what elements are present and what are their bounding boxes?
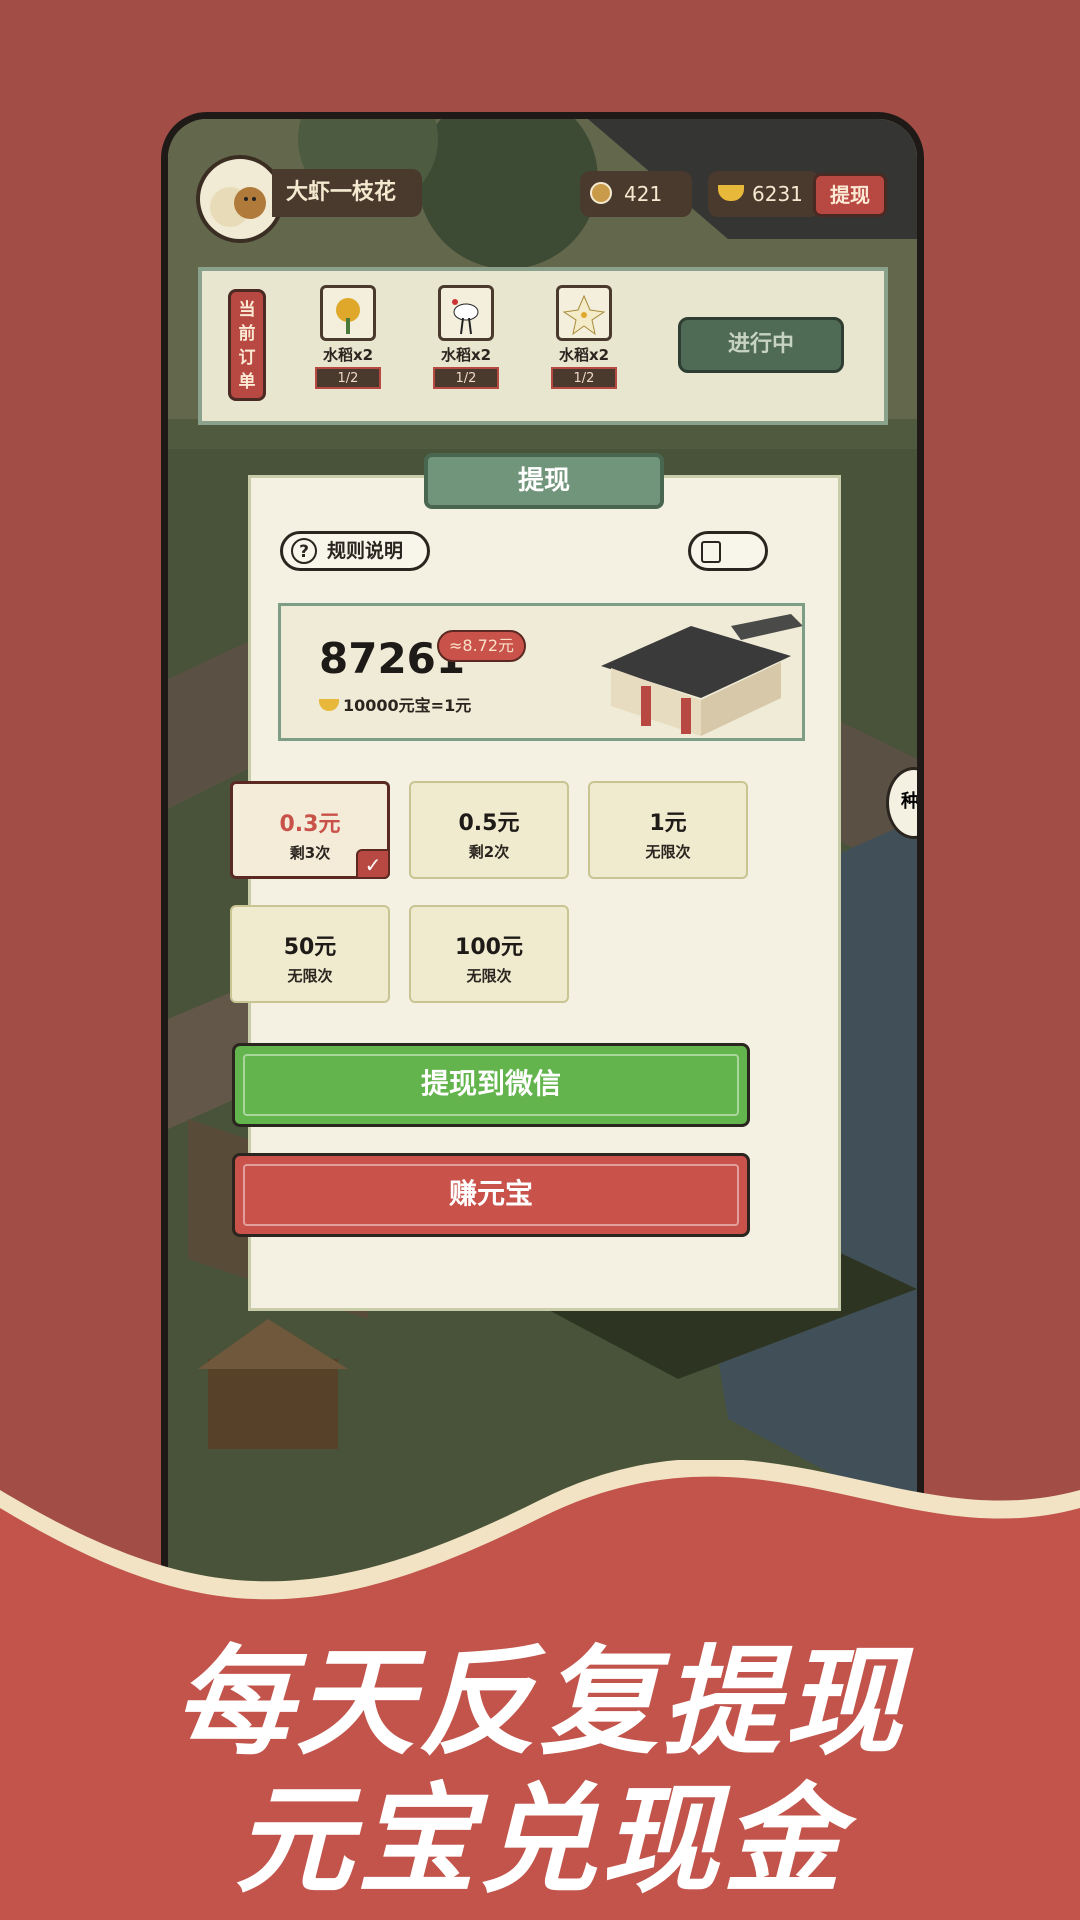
order-item-progress: 1/2: [433, 367, 499, 389]
option-count: 剩2次: [468, 843, 510, 861]
option-count: 无限次: [287, 967, 333, 985]
coin-value: 421: [624, 182, 663, 206]
approx-cash-badge: ≈8.72元: [437, 630, 527, 662]
withdraw-wechat-button[interactable]: 提现到微信: [232, 1043, 750, 1127]
balance-card: 87261 ≈8.72元 10000元宝=1元: [278, 603, 805, 741]
order-item[interactable]: 水稻x2 1/2: [426, 285, 506, 389]
withdraw-top-button[interactable]: 提现: [813, 173, 887, 217]
coin-icon: [590, 182, 612, 204]
order-item[interactable]: 水稻x2 1/2: [544, 285, 624, 389]
gold-ingot-icon: [319, 699, 339, 711]
ingot-value: 6231: [752, 182, 803, 206]
document-icon: [701, 541, 721, 563]
option-1[interactable]: 1元 无限次: [588, 781, 748, 879]
crane-icon: [438, 285, 494, 341]
player-name: 大虾一枝花: [272, 169, 422, 217]
order-item[interactable]: 水稻x2 1/2: [308, 285, 388, 389]
phone-frame: 大虾一枝花 421 6231 提现 当前订单 水稻x2 1/2 水稻x2 1/2…: [161, 112, 924, 1612]
option-0.3[interactable]: 0.3元 剩3次 ✓: [230, 781, 390, 879]
coin-counter: 421: [580, 171, 692, 217]
option-count: 无限次: [645, 843, 691, 861]
option-100[interactable]: 100元 无限次: [409, 905, 569, 1003]
option-50[interactable]: 50元 无限次: [230, 905, 390, 1003]
button-inner-border: [243, 1164, 739, 1226]
order-item-name: 水稻x2: [558, 346, 610, 364]
slogan-line-2: 元宝兑现金: [234, 1771, 845, 1909]
option-0.5[interactable]: 0.5元 剩2次: [409, 781, 569, 879]
rules-label: 规则说明: [327, 540, 404, 562]
option-amount: 0.3元: [279, 812, 341, 837]
checkmark-icon: ✓: [356, 849, 390, 879]
order-status-button[interactable]: 进行中: [678, 317, 844, 373]
option-amount: 50元: [283, 935, 337, 960]
avatar[interactable]: [196, 155, 284, 243]
order-item-progress: 1/2: [551, 367, 617, 389]
ingot-counter: 6231: [708, 171, 820, 217]
option-count: 无限次: [466, 967, 512, 985]
exchange-rate-text: 10000元宝=1元: [343, 696, 472, 715]
order-tag: 当前订单: [228, 289, 266, 401]
rules-button[interactable]: ? 规则说明: [280, 531, 430, 571]
rice-flower-icon: [320, 285, 376, 341]
question-icon: ?: [291, 538, 317, 564]
order-item-name: 水稻x2: [322, 346, 374, 364]
button-inner-border: [243, 1054, 739, 1116]
order-item-progress: 1/2: [315, 367, 381, 389]
option-amount: 100元: [455, 935, 523, 960]
option-amount: 1元: [649, 811, 687, 836]
earn-ingots-button[interactable]: 赚元宝: [232, 1153, 750, 1237]
exchange-rate: 10000元宝=1元: [319, 692, 471, 716]
house-illustration: [601, 614, 802, 736]
lily-flower-icon: [556, 285, 612, 341]
dialog-title: 提现: [424, 453, 664, 509]
gold-ingot-icon: [718, 185, 744, 201]
order-panel: 当前订单 水稻x2 1/2 水稻x2 1/2 水稻x2 1/2 进行中: [198, 267, 888, 425]
records-button[interactable]: [688, 531, 768, 571]
order-item-name: 水稻x2: [440, 346, 492, 364]
option-amount: 0.5元: [458, 811, 520, 836]
